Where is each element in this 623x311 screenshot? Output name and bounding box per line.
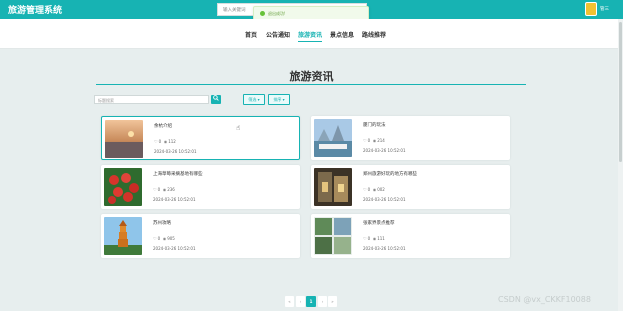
like-icon: ♡ [153,187,157,192]
like-icon: ♡ [154,139,158,144]
card-stats: ♡0 ◉905 [153,236,175,241]
card-title: 郑州旅游好玩的地方有哪些 [363,172,417,177]
search-input[interactable]: 标题搜索 [94,95,209,104]
card-thumbnail [104,168,142,206]
card-thumbnail [314,119,352,157]
like-icon: ♡ [153,236,157,241]
watermark: CSDN @vx_CKKF10088 [498,295,591,304]
nav-item-news[interactable]: 旅游资讯 [298,30,323,42]
nav-item-notices[interactable]: 公告通知 [266,30,290,39]
card-stats: ♡0 ◉112 [154,139,176,144]
card-stats: ♡0 ◉002 [363,187,385,192]
card-stats: ♡0 ◉214 [363,138,385,143]
news-card[interactable]: 张家界景点推荐 ♡0 ◉111 2024-03-26 10:52:01 [311,214,510,258]
card-title: 上海草莓采摘基地有哪些 [153,172,203,177]
card-title: 厦门的玩法 [363,123,386,128]
eye-icon: ◉ [162,187,167,192]
card-date: 2024-03-26 10:52:01 [153,246,196,251]
pager-next-button[interactable]: › [318,296,327,307]
news-card[interactable]: 厦门的玩法 ♡0 ◉214 2024-03-26 10:52:01 [311,116,510,160]
pager-first-button[interactable]: « [285,296,294,307]
news-card[interactable]: 余杭介绍 ♡0 ◉112 2024-03-26 10:52:01 [101,116,300,160]
card-stats: ♡0 ◉236 [153,187,175,192]
card-date: 2024-03-26 10:52:01 [153,197,196,202]
pager-current-page[interactable]: 1 [306,296,316,307]
like-icon: ♡ [363,236,367,241]
card-date: 2024-03-26 10:52:01 [363,246,406,251]
title-underline [96,84,526,85]
card-title: 苏州攻略 [153,221,171,226]
filter-label: 筛选 [248,97,257,102]
toast-message: 退出成功! [268,11,286,16]
avatar[interactable] [585,2,597,16]
card-thumbnail [105,120,143,158]
nav-item-attractions[interactable]: 景点信息 [330,30,354,39]
success-icon [260,11,265,16]
nav-item-routes[interactable]: 路线推荐 [362,30,386,39]
app-title: 旅游管理系统 [8,6,63,16]
news-card[interactable]: 郑州旅游好玩的地方有哪些 ♡0 ◉002 2024-03-26 10:52:01 [311,165,510,209]
like-icon: ♡ [363,138,367,143]
card-date: 2024-03-26 10:52:01 [363,197,406,202]
card-thumbnail [314,217,352,255]
card-title: 张家界景点推荐 [363,221,395,226]
filter-button[interactable]: 筛选 ▾ [243,94,265,105]
card-date: 2024-03-26 10:52:01 [154,149,197,154]
eye-icon: ◉ [163,139,168,144]
mouse-cursor-icon: ☝ [236,124,241,132]
pager-last-button[interactable]: » [328,296,337,307]
eye-icon: ◉ [372,236,377,241]
like-icon: ♡ [363,187,367,192]
nav-item-home[interactable]: 首页 [245,30,257,39]
card-stats: ♡0 ◉111 [363,236,385,241]
pager-prev-button[interactable]: ‹ [296,296,305,307]
main-nav: 首页 公告通知 旅游资讯 景点信息 路线推荐 [0,19,623,49]
sort-label: 排序 [273,97,282,102]
card-thumbnail [314,168,352,206]
page-title: 旅游资讯 [289,70,334,83]
sort-button[interactable]: 排序 ▾ [268,94,290,105]
news-card[interactable]: 苏州攻略 ♡0 ◉905 2024-03-26 10:52:01 [101,214,300,258]
user-name[interactable]: 管三 [600,6,609,12]
eye-icon: ◉ [162,236,167,241]
search-button[interactable] [211,95,221,104]
news-card[interactable]: 上海草莓采摘基地有哪些 ♡0 ◉236 2024-03-26 10:52:01 [101,165,300,209]
scrollbar-thumb[interactable] [619,22,622,162]
card-title: 余杭介绍 [154,124,172,129]
card-date: 2024-03-26 10:52:01 [363,148,406,153]
search-icon [213,95,219,101]
eye-icon: ◉ [372,138,377,143]
card-thumbnail [104,217,142,255]
eye-icon: ◉ [372,187,377,192]
